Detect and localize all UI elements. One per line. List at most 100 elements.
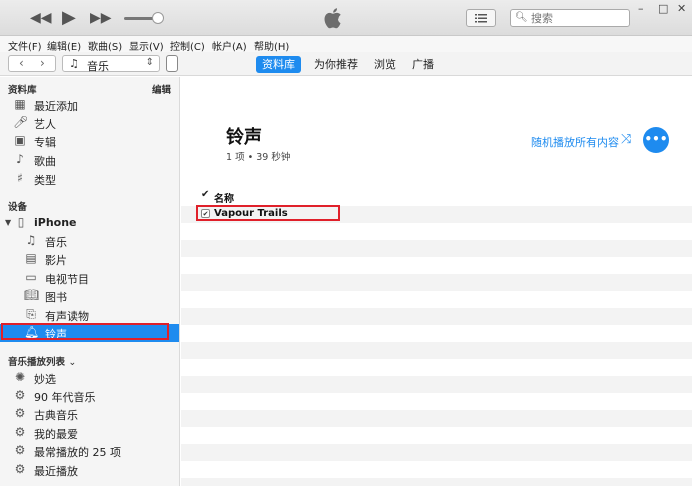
- sidebar-device-audiobooks[interactable]: ⎘ 有声读物: [0, 306, 179, 324]
- rewind-icon[interactable]: ◀◀: [30, 11, 52, 25]
- sidebar: 资料库 编辑 ▦ 最近添加 🎤︎ 艺人 ▣ 专辑 ♪ 歌曲 ♯ 类型 设备 ▼ …: [0, 77, 180, 486]
- sidebar-item-label: 最近播放: [34, 465, 78, 478]
- sidebar-playlist-favorites[interactable]: ⚙ 我的最爱: [0, 424, 179, 442]
- iphone-icon: ▯: [17, 215, 25, 229]
- menu-view[interactable]: 显示(V): [129, 38, 164, 53]
- shuffle-all-link[interactable]: 随机播放所有内容: [531, 134, 619, 150]
- sidebar-playlist-recently-played[interactable]: ⚙ 最近播放: [0, 461, 179, 479]
- tab-radio[interactable]: 广播: [406, 56, 440, 73]
- sidebar-device-tv-shows[interactable]: ▭ 电视节目: [0, 269, 179, 287]
- chevron-down-icon: ⌄: [68, 357, 77, 368]
- table-row-empty: [181, 461, 692, 478]
- sidebar-item-label: 古典音乐: [34, 409, 78, 422]
- tab-for-you[interactable]: 为你推荐: [308, 56, 364, 73]
- sidebar-item-label: 专辑: [34, 136, 56, 149]
- sidebar-item-artists[interactable]: 🎤︎ 艺人: [0, 114, 179, 132]
- minimize-button[interactable]: –: [638, 2, 644, 15]
- search-input[interactable]: [531, 11, 627, 25]
- menu-controls[interactable]: 控制(C): [170, 38, 205, 53]
- library-section-title: 资料库: [8, 85, 37, 96]
- sidebar-item-label: 妙选: [34, 373, 56, 386]
- sidebar-device-music[interactable]: ♫ 音乐: [0, 232, 179, 250]
- album-icon: ▣: [14, 133, 26, 147]
- sidebar-device-books[interactable]: 📖︎ 图书: [0, 287, 179, 305]
- tv-icon: ▭: [25, 270, 37, 284]
- nav-buttons: ‹ ›: [8, 55, 56, 72]
- highlight-annotation-box: [196, 205, 340, 221]
- checkmark-icon: ✔: [201, 189, 210, 200]
- sidebar-device-movies[interactable]: ▤ 影片: [0, 250, 179, 268]
- back-button[interactable]: ‹: [19, 56, 24, 70]
- maximize-button[interactable]: □: [658, 2, 668, 15]
- volume-knob[interactable]: [152, 12, 164, 24]
- sidebar-item-label: 影片: [45, 254, 67, 267]
- page-subtitle: 1 项 • 39 秒钟: [226, 152, 291, 163]
- shuffle-icon[interactable]: ⤨: [621, 132, 631, 147]
- devices-section-title: 设备: [8, 202, 28, 213]
- table-row-empty: [181, 427, 692, 444]
- forward-button[interactable]: ›: [40, 56, 45, 70]
- close-button[interactable]: ✕: [677, 2, 686, 15]
- sidebar-playlist-classical[interactable]: ⚙ 古典音乐: [0, 405, 179, 423]
- menu-account[interactable]: 帐户(A): [212, 38, 247, 53]
- sidebar-item-label: 我的最爱: [34, 428, 78, 441]
- microphone-icon: 🎤︎: [13, 115, 29, 129]
- sidebar-device-iphone[interactable]: ▼ ▯ iPhone: [0, 214, 179, 232]
- sidebar-item-songs[interactable]: ♪ 歌曲: [0, 151, 179, 169]
- menu-help[interactable]: 帮助(H): [254, 38, 289, 53]
- table-row-empty: [181, 359, 692, 376]
- playlists-title-text: 音乐播放列表: [8, 357, 66, 368]
- menu-song[interactable]: 歌曲(S): [88, 38, 122, 53]
- table-row-empty: [181, 410, 692, 427]
- sidebar-playlist-top-25[interactable]: ⚙ 最常播放的 25 项: [0, 442, 179, 460]
- main-content: 铃声 1 项 • 39 秒钟 随机播放所有内容 ⤨ ••• ✔ 名称 ✔ Vap…: [181, 77, 692, 486]
- table-row-empty: [181, 308, 692, 325]
- disclosure-triangle-icon[interactable]: ▼: [5, 218, 11, 227]
- player-bar: ◀◀ ▶ ▶▶ 🔍︎ – □ ✕: [0, 0, 692, 36]
- playlists-section-title[interactable]: 音乐播放列表 ⌄: [8, 354, 76, 368]
- table-row-empty: [181, 376, 692, 393]
- sidebar-playlist-genius-mix[interactable]: ✺ 妙选: [0, 369, 179, 387]
- search-icon: 🔍︎: [515, 12, 528, 23]
- device-name: iPhone: [34, 216, 77, 229]
- genre-icon: ♯: [17, 171, 23, 185]
- column-header-name[interactable]: 名称: [214, 190, 234, 205]
- updown-chevron-icon: ⇕: [145, 57, 154, 68]
- menu-file[interactable]: 文件(F): [8, 38, 42, 53]
- search-box[interactable]: 🔍︎: [510, 9, 630, 27]
- music-note-icon: ♫: [69, 57, 79, 70]
- sidebar-item-label: 90 年代音乐: [34, 391, 96, 404]
- book-icon: 📖︎: [24, 288, 40, 302]
- table-row-empty: [181, 240, 692, 257]
- smart-playlist-gear-icon: ⚙: [14, 443, 26, 457]
- table-row-empty: [181, 223, 692, 240]
- menu-edit[interactable]: 编辑(E): [47, 38, 81, 53]
- edit-link[interactable]: 编辑: [152, 82, 171, 96]
- sidebar-item-albums[interactable]: ▣ 专辑: [0, 132, 179, 150]
- smart-playlist-gear-icon: ⚙: [14, 425, 26, 439]
- sidebar-item-genres[interactable]: ♯ 类型: [0, 170, 179, 188]
- calendar-icon: ▦: [14, 97, 26, 111]
- table-row-empty: [181, 274, 692, 291]
- tab-library[interactable]: 资料库: [256, 56, 301, 73]
- table-row-empty: [181, 291, 692, 308]
- sidebar-item-label: 最常播放的 25 项: [34, 446, 121, 459]
- menu-bar: 文件(F) 编辑(E) 歌曲(S) 显示(V) 控制(C) 帐户(A) 帮助(H…: [0, 36, 692, 53]
- column-header: ✔ 名称: [181, 189, 692, 205]
- device-button[interactable]: [166, 55, 178, 72]
- smart-playlist-gear-icon: ⚙: [14, 388, 26, 402]
- more-options-button[interactable]: •••: [643, 127, 669, 153]
- sidebar-item-label: 歌曲: [34, 155, 56, 168]
- fast-forward-icon[interactable]: ▶▶: [90, 11, 112, 25]
- up-next-list-button[interactable]: [466, 9, 496, 27]
- play-icon[interactable]: ▶: [62, 9, 76, 27]
- media-type-selector[interactable]: ♫ 音乐 ⇕: [62, 55, 160, 73]
- sidebar-item-recently-added[interactable]: ▦ 最近添加: [0, 96, 179, 114]
- table-row-empty: [181, 342, 692, 359]
- media-type-label: 音乐: [87, 60, 109, 73]
- audiobook-icon: ⎘: [26, 307, 36, 321]
- genius-icon: ✺: [14, 370, 26, 384]
- sidebar-playlist-90s[interactable]: ⚙ 90 年代音乐: [0, 387, 179, 405]
- tab-browse[interactable]: 浏览: [368, 56, 402, 73]
- list-icon: [475, 14, 487, 23]
